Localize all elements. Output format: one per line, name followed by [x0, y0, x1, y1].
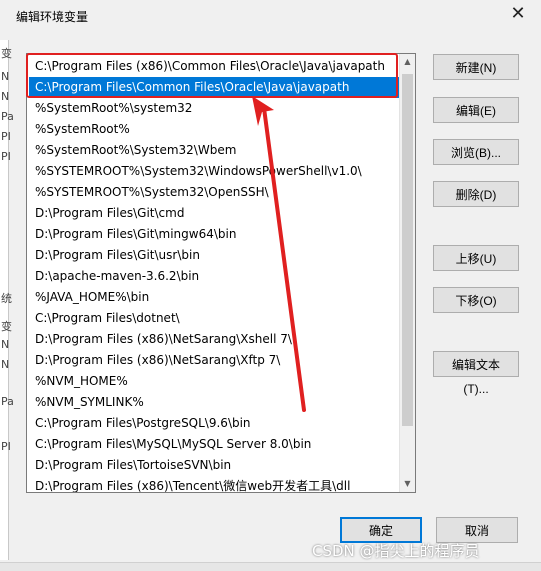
background-window-label: 变	[1, 47, 12, 60]
background-window-label: PI	[1, 150, 11, 163]
path-list-item[interactable]: D:\Program Files\Git\cmd	[29, 203, 401, 224]
path-list-item[interactable]: C:\Program Files\dotnet\	[29, 308, 401, 329]
close-icon[interactable]: ✕	[508, 4, 528, 24]
scroll-up-arrow-icon[interactable]: ▲	[400, 54, 415, 70]
path-list-item[interactable]: %SYSTEMROOT%\System32\WindowsPowerShell\…	[29, 161, 401, 182]
path-list-item[interactable]: D:\Program Files (x86)\NetSarang\Xshell …	[29, 329, 401, 350]
new-button[interactable]: 新建(N)	[433, 54, 519, 80]
path-list-item[interactable]: %NVM_HOME%	[29, 371, 401, 392]
path-list-item[interactable]: %SYSTEMROOT%\System32\OpenSSH\	[29, 182, 401, 203]
path-list-item[interactable]: D:\Program Files\TortoiseSVN\bin	[29, 455, 401, 476]
path-list-item[interactable]: %NVM_SYMLINK%	[29, 392, 401, 413]
path-list[interactable]: C:\Program Files (x86)\Common Files\Orac…	[26, 53, 416, 493]
dialog-title: 编辑环境变量	[16, 10, 89, 24]
edit-text-button[interactable]: 编辑文本(T)...	[433, 351, 519, 396]
path-list-item[interactable]: D:\Program Files (x86)\NetSarang\Xftp 7\	[29, 350, 401, 371]
move-down-button[interactable]: 下移(O)	[433, 287, 519, 313]
background-window-label: N	[1, 358, 10, 371]
path-list-item[interactable]: C:\Program Files\PostgreSQL\9.6\bin	[29, 413, 401, 434]
path-list-item[interactable]: %SystemRoot%\System32\Wbem	[29, 140, 401, 161]
path-list-item[interactable]: C:\Program Files\MySQL\MySQL Server 8.0\…	[29, 434, 401, 455]
path-list-item[interactable]: %SystemRoot%\system32	[29, 98, 401, 119]
background-window-label: N	[1, 70, 10, 83]
path-list-item[interactable]: D:\Program Files\Git\usr\bin	[29, 245, 401, 266]
edit-button[interactable]: 编辑(E)	[433, 97, 519, 123]
scroll-down-arrow-icon[interactable]: ▼	[400, 476, 415, 492]
background-window-label: PI	[1, 130, 11, 143]
background-window-label: 统	[1, 292, 12, 305]
browse-button[interactable]: 浏览(B)...	[433, 139, 519, 165]
background-window-label: PI	[1, 440, 11, 453]
scroll-thumb[interactable]	[402, 74, 413, 426]
watermark: CSDN @指尖上的程序员	[312, 542, 480, 560]
move-up-button[interactable]: 上移(U)	[433, 245, 519, 271]
background-window-label: Pa	[1, 395, 14, 408]
path-list-item[interactable]: %JAVA_HOME%\bin	[29, 287, 401, 308]
background-window-label: N	[1, 90, 10, 103]
background-window-label: Pa	[1, 110, 14, 123]
path-list-item[interactable]: D:\Program Files\Git\mingw64\bin	[29, 224, 401, 245]
path-list-item[interactable]: D:\apache-maven-3.6.2\bin	[29, 266, 401, 287]
path-list-item[interactable]: D:\Program Files (x86)\Tencent\微信web开发者工…	[29, 476, 401, 492]
background-window-label: N	[1, 338, 10, 351]
annotation-highlight-box	[26, 53, 398, 98]
background-window-label: 变	[1, 320, 12, 333]
delete-button[interactable]: 删除(D)	[433, 181, 519, 207]
path-list-item[interactable]: %SystemRoot%	[29, 119, 401, 140]
vertical-scrollbar[interactable]: ▲ ▼	[399, 54, 415, 492]
